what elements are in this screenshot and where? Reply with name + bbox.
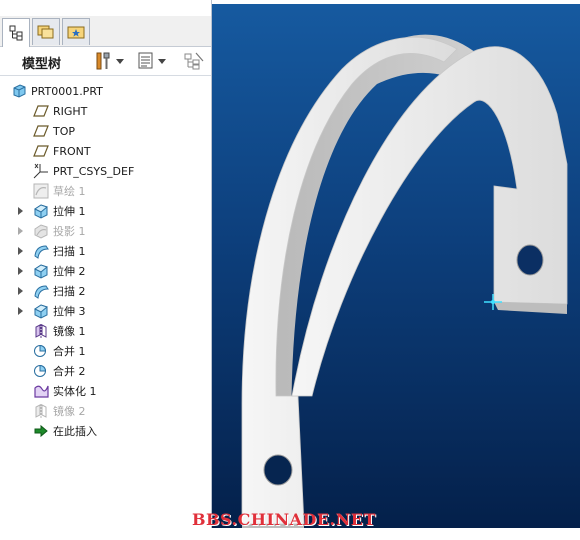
insert-arrow-icon bbox=[32, 423, 50, 439]
mirror-icon bbox=[32, 403, 50, 419]
tree-item-label: 扫描 1 bbox=[53, 245, 86, 258]
tree-item-solidify-1[interactable]: 实体化 1 bbox=[32, 381, 97, 401]
solidify-icon bbox=[32, 383, 50, 399]
model-tree-toolbar: 模型树 bbox=[0, 47, 211, 76]
tree-item-sketch-1[interactable]: 草绘 1 bbox=[32, 181, 86, 201]
chevron-down-icon bbox=[158, 58, 166, 64]
expand-arrow-icon[interactable] bbox=[18, 287, 23, 295]
mirror-icon bbox=[32, 323, 50, 339]
settings-menu-button[interactable] bbox=[94, 51, 124, 71]
tree-item-merge-1[interactable]: 合并 1 bbox=[32, 341, 86, 361]
tree-item-label: PRT0001.PRT bbox=[31, 84, 103, 98]
navigator-tabs bbox=[0, 16, 211, 47]
app-window: 模型树 PRT0001.PRT RIGHT TOP FRONT PRT_CSYS… bbox=[0, 0, 580, 540]
merge-icon bbox=[32, 363, 50, 379]
tree-item-label: 实体化 1 bbox=[53, 385, 97, 398]
graphics-viewport[interactable] bbox=[212, 4, 580, 528]
tree-item-insert-here[interactable]: 在此插入 bbox=[32, 421, 97, 441]
tree-item-label: FRONT bbox=[53, 144, 91, 158]
expand-arrow-icon[interactable] bbox=[18, 307, 23, 315]
expand-arrow-icon[interactable] bbox=[18, 227, 23, 235]
tree-item-front-plane[interactable]: FRONT bbox=[32, 141, 91, 161]
tree-item-label: 拉伸 1 bbox=[53, 205, 86, 218]
folder-browser-tab-icon bbox=[37, 25, 54, 39]
tree-item-label: PRT_CSYS_DEF bbox=[53, 164, 135, 178]
tree-filter-icon bbox=[184, 52, 204, 70]
expand-arrow-icon[interactable] bbox=[18, 247, 23, 255]
model-tree-tab-icon bbox=[9, 25, 23, 41]
tree-item-label: RIGHT bbox=[53, 104, 88, 118]
chevron-down-icon bbox=[116, 58, 124, 64]
tools-icon bbox=[96, 52, 110, 70]
tab-folder-browser[interactable] bbox=[32, 18, 60, 45]
tree-item-mirror-1[interactable]: 镜像 1 bbox=[32, 321, 86, 341]
tree-item-projection-1[interactable]: 投影 1 bbox=[32, 221, 86, 241]
tree-item-csys[interactable]: PRT_CSYS_DEF bbox=[32, 161, 134, 181]
sweep-icon bbox=[32, 283, 50, 299]
tree-item-label: TOP bbox=[53, 124, 76, 138]
tree-item-label: 镜像 2 bbox=[53, 405, 86, 418]
projection-icon bbox=[32, 223, 50, 239]
tab-favorites[interactable] bbox=[62, 18, 90, 45]
extrude-icon bbox=[32, 263, 50, 279]
tree-item-label: 合并 2 bbox=[53, 365, 86, 378]
sketch-icon bbox=[32, 183, 50, 199]
right-tab-edge bbox=[494, 302, 567, 314]
tree-item-label: 拉伸 3 bbox=[53, 305, 86, 318]
tree-item-mirror-2[interactable]: 镜像 2 bbox=[32, 401, 86, 421]
part-icon bbox=[10, 83, 28, 99]
extrude-icon bbox=[32, 203, 50, 219]
tree-filter-button[interactable] bbox=[184, 51, 204, 71]
tree-item-top-plane[interactable]: TOP bbox=[32, 121, 75, 141]
tree-item-right-plane[interactable]: RIGHT bbox=[32, 101, 87, 121]
model-3d-render bbox=[241, 34, 568, 528]
expand-arrow-icon[interactable] bbox=[18, 207, 23, 215]
tree-item-merge-2[interactable]: 合并 2 bbox=[32, 361, 86, 381]
model-tree-panel: 模型树 PRT0001.PRT RIGHT TOP FRONT PRT_CSYS… bbox=[0, 0, 212, 528]
tree-item-label: 投影 1 bbox=[53, 225, 86, 238]
tree-item-label: 在此插入 bbox=[53, 425, 97, 438]
sweep-icon bbox=[32, 243, 50, 259]
model-tree-title: 模型树 bbox=[22, 57, 62, 72]
csys-icon bbox=[32, 163, 50, 179]
tree-item-label: 拉伸 2 bbox=[53, 265, 86, 278]
tree-item-label: 扫描 2 bbox=[53, 285, 86, 298]
datum-plane-icon bbox=[32, 123, 50, 139]
tree-item-sweep-2[interactable]: 扫描 2 bbox=[32, 281, 86, 301]
datum-plane-icon bbox=[32, 103, 50, 119]
tree-item-sweep-1[interactable]: 扫描 1 bbox=[32, 241, 86, 261]
tree-item-extrude-3[interactable]: 拉伸 3 bbox=[32, 301, 86, 321]
tree-item-label: 合并 1 bbox=[53, 345, 86, 358]
favorites-tab-icon bbox=[67, 26, 85, 39]
tree-item-extrude-2[interactable]: 拉伸 2 bbox=[32, 261, 86, 281]
tree-item-label: 镜像 1 bbox=[53, 325, 86, 338]
show-menu-button[interactable] bbox=[138, 51, 166, 71]
merge-icon bbox=[32, 343, 50, 359]
tree-item-extrude-1[interactable]: 拉伸 1 bbox=[32, 201, 86, 221]
extrude-icon bbox=[32, 303, 50, 319]
watermark-text: BBS.CHINADE.NET bbox=[192, 510, 376, 529]
tab-model-tree[interactable] bbox=[2, 18, 30, 47]
datum-plane-icon bbox=[32, 143, 50, 159]
tree-columns-icon bbox=[138, 52, 153, 69]
tree-item-label: 草绘 1 bbox=[53, 185, 86, 198]
tree-item-part[interactable]: PRT0001.PRT bbox=[10, 81, 103, 101]
expand-arrow-icon[interactable] bbox=[18, 267, 23, 275]
